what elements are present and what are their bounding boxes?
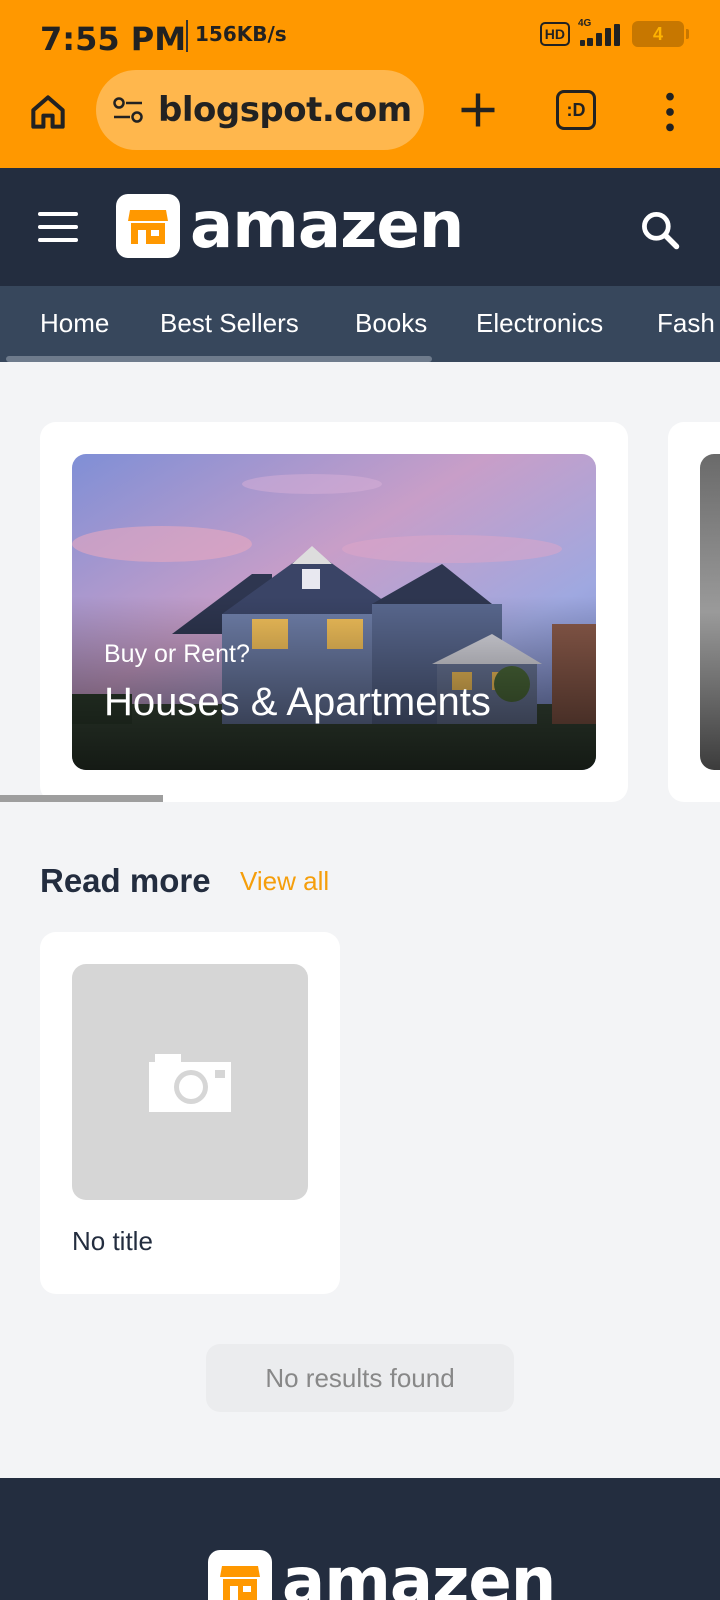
battery-icon: 4: [632, 21, 689, 47]
address-bar[interactable]: blogspot.com: [96, 70, 424, 150]
signal-icon: 4G: [578, 18, 624, 48]
footer-logo[interactable]: amazen: [208, 1545, 556, 1600]
category-nav: Home Best Sellers Books Electronics Fash: [0, 286, 720, 362]
store-icon: [116, 194, 180, 258]
nav-item-electronics[interactable]: Electronics: [476, 308, 603, 339]
nav-item-fashion[interactable]: Fash: [657, 308, 715, 339]
network-speed: 156KB/s: [195, 22, 287, 46]
logo-text: amazen: [190, 189, 464, 263]
featured-card-next[interactable]: [668, 422, 720, 802]
network-type: 4G: [578, 18, 592, 29]
featured-card[interactable]: Buy or Rent? Houses & Apartments: [40, 422, 628, 802]
site-logo[interactable]: amazen: [116, 189, 464, 263]
status-divider: [186, 20, 188, 52]
featured-image-next: [700, 454, 720, 770]
post-title[interactable]: No title: [72, 1226, 153, 1257]
view-all-link[interactable]: View all: [240, 866, 329, 897]
featured-image: Buy or Rent? Houses & Apartments: [72, 454, 596, 770]
search-icon[interactable]: [638, 208, 682, 252]
new-tab-icon[interactable]: [456, 88, 500, 132]
no-results-message: No results found: [206, 1344, 514, 1412]
hd-badge: HD: [539, 22, 570, 46]
slider-scroll-indicator: [0, 795, 163, 802]
footer-logo-text: amazen: [282, 1545, 556, 1600]
menu-icon[interactable]: [38, 212, 78, 242]
site-header: amazen: [0, 168, 720, 286]
more-options-icon[interactable]: [660, 90, 680, 134]
nav-item-books[interactable]: Books: [355, 308, 427, 339]
read-more-heading: Read more: [40, 862, 211, 899]
post-thumbnail: [72, 964, 308, 1200]
nav-item-home[interactable]: Home: [40, 308, 109, 339]
camera-icon: [149, 1054, 231, 1112]
featured-slider: Buy or Rent? Houses & Apartments: [0, 362, 720, 822]
status-bar: 7:55 PM 156KB/s HD 4G 4: [0, 0, 720, 70]
store-icon: [208, 1550, 272, 1600]
status-time: 7:55 PM: [40, 20, 187, 58]
tab-switcher-button[interactable]: :D: [556, 90, 596, 130]
featured-subtitle: Buy or Rent?: [104, 640, 250, 668]
post-card[interactable]: No title: [40, 932, 340, 1294]
status-indicators: HD 4G 4: [539, 18, 689, 48]
featured-title[interactable]: Houses & Apartments: [104, 680, 491, 725]
browser-toolbar: blogspot.com :D: [0, 70, 720, 168]
nav-item-best-sellers[interactable]: Best Sellers: [160, 308, 299, 339]
site-footer: amazen: [0, 1478, 720, 1600]
home-icon[interactable]: [26, 90, 70, 134]
site-settings-icon[interactable]: [112, 96, 144, 124]
url-text: blogspot.com: [158, 90, 412, 130]
